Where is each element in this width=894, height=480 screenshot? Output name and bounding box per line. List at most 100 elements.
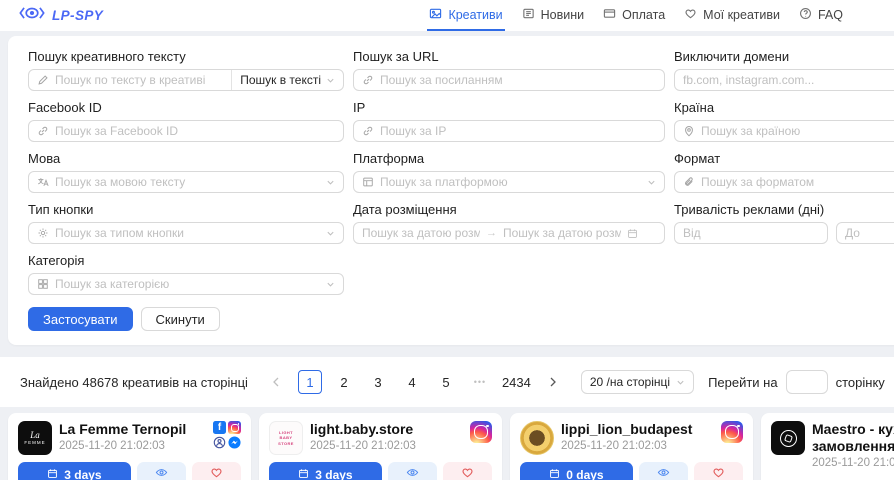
placeholder-text: До xyxy=(845,226,894,240)
favorite-button[interactable] xyxy=(192,462,241,480)
language-select[interactable]: Пошук за мовою тексту xyxy=(28,171,344,193)
location-icon xyxy=(683,125,695,137)
card-date: 2025-11-20 21:02:03 xyxy=(561,440,714,452)
card-title: light.baby.store xyxy=(310,421,463,438)
page-number-3[interactable]: 3 xyxy=(366,370,390,394)
format-input[interactable]: Пошук за форматом xyxy=(674,171,894,193)
field-label: Пошук за URL xyxy=(353,48,665,65)
next-page-button[interactable] xyxy=(541,370,565,394)
filter-category: Категорія Пошук за категорією xyxy=(28,252,344,295)
view-button[interactable] xyxy=(639,462,688,480)
gear-icon xyxy=(37,227,49,239)
page-number-5[interactable]: 5 xyxy=(434,370,458,394)
translate-icon xyxy=(37,176,49,188)
placement-date-range-picker[interactable]: Пошук за датою розміщення → Пошук за дат… xyxy=(353,222,665,244)
calendar-icon xyxy=(47,468,58,480)
link-icon xyxy=(362,125,374,137)
exclude-domains-input[interactable]: fb.com, instagram.com... xyxy=(674,69,894,91)
page-number-last[interactable]: 2434 xyxy=(502,370,531,394)
field-label: Пошук креативного тексту xyxy=(28,48,344,65)
field-label: Формат xyxy=(674,150,894,167)
placeholder-text: Пошук за категорією xyxy=(55,277,320,291)
credit-card-icon xyxy=(603,7,616,23)
instagram-icon xyxy=(228,421,241,434)
card-date: 2025-11-20 21:02:03 xyxy=(812,457,894,469)
favorite-button[interactable] xyxy=(443,462,492,480)
placeholder-text: Пошук за країною xyxy=(701,124,894,138)
reset-button[interactable]: Скинути xyxy=(141,307,220,331)
creative-card[interactable]: LIGHT BABY STORE light.baby.store 2025-1… xyxy=(259,413,502,480)
text-search-mode-select[interactable]: Пошук в тексті xyxy=(231,70,343,90)
creatives-list: La FEMME La Femme Ternopil 2025-11-20 21… xyxy=(0,413,894,480)
date-from-placeholder: Пошук за датою розміщення xyxy=(362,226,480,240)
avatar xyxy=(771,421,805,455)
page-number-4[interactable]: 4 xyxy=(400,370,424,394)
field-label: Дата розміщення xyxy=(353,201,665,218)
facebook-id-input[interactable]: Пошук за Facebook ID xyxy=(28,120,344,142)
view-button[interactable] xyxy=(388,462,437,480)
filter-button-type: Тип кнопки Пошук за типом кнопки xyxy=(28,201,344,244)
creative-text-input[interactable]: Пошук по тексту в креативі Пошук в текст… xyxy=(28,69,344,91)
nav-label: Мої креативи xyxy=(703,8,780,22)
placeholder-text: Пошук за Facebook ID xyxy=(55,124,335,138)
main-nav: Креативи Новини Оплата Мої креативи FAQ xyxy=(427,0,845,31)
eye-logo-icon xyxy=(18,5,46,26)
creative-card[interactable]: Maestro - кухні, ме замовлення в Ужг 202… xyxy=(761,413,894,480)
duration-from-input[interactable]: Від xyxy=(674,222,828,244)
link-icon xyxy=(362,74,374,86)
select-value: Пошук в тексті xyxy=(240,73,321,87)
placeholder-text: Пошук за IP xyxy=(380,124,656,138)
edit-icon xyxy=(37,74,49,86)
creative-card[interactable]: lippi_lion_budapest 2025-11-20 21:02:03 … xyxy=(510,413,753,480)
platform-select[interactable]: Пошук за платформою xyxy=(353,171,665,193)
placeholder-text: Пошук по тексту в креативі xyxy=(55,73,217,87)
creative-card[interactable]: La FEMME La Femme Ternopil 2025-11-20 21… xyxy=(8,413,251,480)
days-active-button[interactable]: 0 days xyxy=(520,462,633,480)
nav-tab-my-creatives[interactable]: Мої креативи xyxy=(682,0,782,31)
paperclip-icon xyxy=(683,176,695,188)
prev-page-button[interactable] xyxy=(264,370,288,394)
url-input[interactable]: Пошук за посиланням xyxy=(353,69,665,91)
date-to-placeholder: Пошук за датою розміщення xyxy=(503,226,621,240)
duration-to-input[interactable]: До xyxy=(836,222,894,244)
avatar xyxy=(520,421,554,455)
category-select[interactable]: Пошук за категорією xyxy=(28,273,344,295)
filter-format: Формат Пошук за форматом xyxy=(674,150,894,193)
field-label: Тип кнопки xyxy=(28,201,344,218)
days-label: 0 days xyxy=(566,468,603,480)
nav-tab-payment[interactable]: Оплата xyxy=(601,0,667,31)
ip-input[interactable]: Пошук за IP xyxy=(353,120,665,142)
apply-button[interactable]: Застосувати xyxy=(28,307,133,331)
app-logo[interactable]: LP-SPY xyxy=(18,0,103,31)
view-button[interactable] xyxy=(137,462,186,480)
audience-network-icon xyxy=(213,436,226,449)
chevron-down-icon xyxy=(326,280,335,289)
calendar-icon xyxy=(627,228,638,239)
per-page-select[interactable]: 20 /на сторінці xyxy=(581,370,694,394)
nav-tab-faq[interactable]: FAQ xyxy=(797,0,845,31)
card-title: lippi_lion_budapest xyxy=(561,421,714,438)
nav-tab-creatives[interactable]: Креативи xyxy=(427,0,504,31)
results-count-text: Знайдено 48678 креативів на сторінці xyxy=(20,375,248,390)
page-ellipsis[interactable]: ••• xyxy=(468,370,492,394)
app-header: LP-SPY Креативи Новини Оплата Мої креати… xyxy=(0,0,894,31)
placeholder-text: Пошук за типом кнопки xyxy=(55,226,320,240)
heart-icon xyxy=(461,466,474,480)
favorite-button[interactable] xyxy=(694,462,743,480)
avatar-text: La xyxy=(30,431,40,440)
goto-page-input[interactable] xyxy=(786,370,828,394)
avatar-text: LIGHT BABY STORE xyxy=(272,430,300,447)
page-number-1[interactable]: 1 xyxy=(298,370,322,394)
button-type-select[interactable]: Пошук за типом кнопки xyxy=(28,222,344,244)
chevron-down-icon xyxy=(326,76,335,85)
country-input[interactable]: Пошук за країною xyxy=(674,120,894,142)
per-page-value: 20 /на сторінці xyxy=(590,375,670,389)
page-number-2[interactable]: 2 xyxy=(332,370,356,394)
goto-page-prefix: Перейти на xyxy=(708,375,778,390)
days-active-button[interactable]: 3 days xyxy=(18,462,131,480)
field-label: Тривалість реклами (дні) xyxy=(674,201,894,218)
nav-tab-news[interactable]: Новини xyxy=(520,0,587,31)
days-active-button[interactable]: 3 days xyxy=(269,462,382,480)
field-label: Категорія xyxy=(28,252,344,269)
field-label: Facebook ID xyxy=(28,99,344,116)
